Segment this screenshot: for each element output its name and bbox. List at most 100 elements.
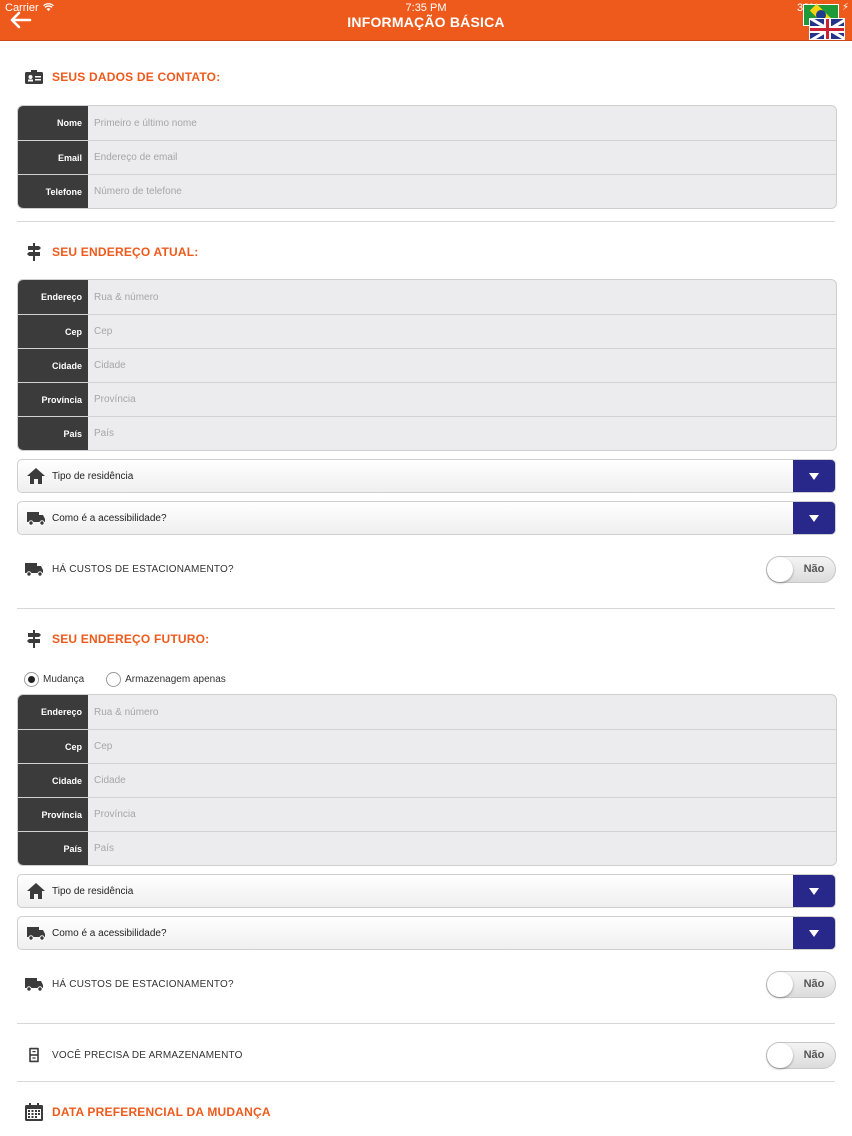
move-date-title: DATA PREFERENCIAL DA MUDANÇA <box>52 1105 271 1119</box>
street-input[interactable] <box>88 280 836 314</box>
move-type-radio-group: Mudança Armazenagem apenas <box>24 670 248 688</box>
zip-input[interactable] <box>88 730 836 763</box>
name-label: Nome <box>18 106 88 140</box>
current-address-title: SEU ENDEREÇO ATUAL: <box>52 245 199 259</box>
future-address-title: SEU ENDEREÇO FUTURO: <box>52 632 210 646</box>
form-row-country: País <box>18 416 836 450</box>
current-parking-row: HÁ CUSTOS DE ESTACIONAMENTO? Não <box>24 554 836 584</box>
form-row-street: Endereço <box>18 280 836 314</box>
parking-costs-toggle[interactable]: Não <box>766 970 836 998</box>
zip-label: Cep <box>18 730 88 763</box>
street-input[interactable] <box>88 695 836 729</box>
house-icon <box>27 883 45 899</box>
city-label: Cidade <box>18 764 88 797</box>
page-title: INFORMAÇÃO BÁSICA <box>347 14 505 30</box>
accessibility-label: Como é a acessibilidade? <box>52 927 167 939</box>
form-row-zip: Cep <box>18 314 836 348</box>
section-divider <box>17 1023 835 1024</box>
zip-label: Cep <box>18 315 88 348</box>
form-row-name: Nome <box>18 106 836 140</box>
move-date-header: DATA PREFERENCIAL DA MUDANÇA <box>24 1101 271 1123</box>
province-label: Província <box>18 383 88 416</box>
section-divider <box>17 221 835 222</box>
toggle-knob <box>767 971 793 997</box>
contact-card-icon <box>25 70 43 84</box>
contact-form: Nome Email Telefone <box>17 105 837 209</box>
radio-button-selected[interactable] <box>24 671 39 687</box>
chevron-down-icon[interactable] <box>793 460 835 492</box>
zip-input[interactable] <box>88 315 836 348</box>
province-input[interactable] <box>88 798 836 831</box>
current-address-form: Endereço Cep Cidade Província País <box>17 279 837 451</box>
truck-icon <box>27 927 45 941</box>
section-divider <box>17 1081 835 1082</box>
city-input[interactable] <box>88 349 836 382</box>
email-input[interactable] <box>88 141 836 174</box>
radio-move-label: Mudança <box>43 673 85 685</box>
contact-section-header: SEUS DADOS DE CONTATO: <box>24 66 220 88</box>
language-selector[interactable] <box>803 4 845 40</box>
street-label: Endereço <box>18 280 88 314</box>
form-row-country: País <box>18 831 836 865</box>
country-input[interactable] <box>88 832 836 865</box>
form-row-phone: Telefone <box>18 174 836 208</box>
parking-costs-label: HÁ CUSTOS DE ESTACIONAMENTO? <box>52 563 234 575</box>
chevron-down-icon[interactable] <box>793 502 835 534</box>
accessibility-label: Como é a acessibilidade? <box>52 512 167 524</box>
parking-costs-toggle[interactable]: Não <box>766 555 836 583</box>
future-accessibility-dropdown[interactable]: Como é a acessibilidade? <box>17 916 836 950</box>
radio-storage-label: Armazenagem apenas <box>125 673 226 685</box>
calendar-icon <box>25 1103 43 1121</box>
toggle-knob <box>767 1042 793 1068</box>
truck-icon <box>25 978 43 992</box>
signpost-icon <box>27 630 41 648</box>
current-address-header: SEU ENDEREÇO ATUAL: <box>24 241 198 263</box>
form-row-city: Cidade <box>18 348 836 382</box>
name-input[interactable] <box>88 106 836 140</box>
phone-input[interactable] <box>88 175 836 208</box>
navigation-bar: Carrier 7:35 PM 38% ⚡ INFORMAÇÃO BÁSICA <box>0 0 852 41</box>
house-icon <box>27 468 45 484</box>
radio-move[interactable]: Mudança <box>24 671 85 687</box>
radio-storage-only[interactable]: Armazenagem apenas <box>106 671 226 687</box>
toggle-value: Não <box>803 562 825 575</box>
phone-label: Telefone <box>18 175 88 208</box>
storage-label: VOCÊ PRECISA DE ARMAZENAMENTO <box>52 1049 243 1061</box>
toggle-value: Não <box>803 977 825 990</box>
current-residence-type-dropdown[interactable]: Tipo de residência <box>17 459 836 493</box>
form-row-province: Província <box>18 382 836 416</box>
radio-button[interactable] <box>106 671 122 687</box>
uk-flag-icon[interactable] <box>809 18 845 40</box>
country-label: País <box>18 832 88 865</box>
street-label: Endereço <box>18 695 88 729</box>
city-label: Cidade <box>18 349 88 382</box>
storage-cabinet-icon <box>29 1047 39 1063</box>
residence-type-label: Tipo de residência <box>52 470 134 482</box>
residence-type-label: Tipo de residência <box>52 885 134 897</box>
parking-costs-label: HÁ CUSTOS DE ESTACIONAMENTO? <box>52 978 234 990</box>
form-row-zip: Cep <box>18 729 836 763</box>
country-label: País <box>18 417 88 450</box>
signpost-icon <box>27 243 41 261</box>
province-input[interactable] <box>88 383 836 416</box>
status-time: 7:35 PM <box>405 2 447 14</box>
storage-toggle[interactable]: Não <box>766 1041 836 1069</box>
current-accessibility-dropdown[interactable]: Como é a acessibilidade? <box>17 501 836 535</box>
future-parking-row: HÁ CUSTOS DE ESTACIONAMENTO? Não <box>24 969 836 999</box>
form-row-province: Província <box>18 797 836 831</box>
form-row-city: Cidade <box>18 763 836 797</box>
country-input[interactable] <box>88 417 836 450</box>
province-label: Província <box>18 798 88 831</box>
toggle-value: Não <box>803 1048 825 1061</box>
chevron-down-icon[interactable] <box>793 875 835 907</box>
truck-icon <box>25 563 43 577</box>
city-input[interactable] <box>88 764 836 797</box>
truck-icon <box>27 512 45 526</box>
storage-row: VOCÊ PRECISA DE ARMAZENAMENTO Não <box>24 1040 836 1070</box>
toggle-knob <box>767 556 793 582</box>
section-divider <box>17 608 835 609</box>
form-row-email: Email <box>18 140 836 174</box>
form-row-street: Endereço <box>18 695 836 729</box>
future-residence-type-dropdown[interactable]: Tipo de residência <box>17 874 836 908</box>
chevron-down-icon[interactable] <box>793 917 835 949</box>
